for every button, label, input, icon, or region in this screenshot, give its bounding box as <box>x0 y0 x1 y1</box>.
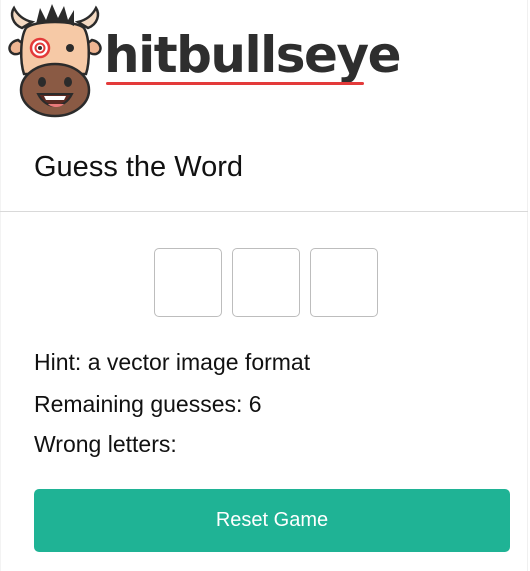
hint-line: Hint: a vector image format <box>34 348 310 376</box>
brand-wordmark: hitbullseye <box>104 26 401 84</box>
brand-underline <box>106 82 364 85</box>
remaining-guesses-count: 6 <box>248 391 262 417</box>
wrong-letters-line: Wrong letters: <box>34 430 177 458</box>
brand-logo[interactable]: hitbullseye <box>8 2 401 120</box>
wrong-letters-label: Wrong letters: <box>34 431 177 457</box>
letter-slot <box>310 248 378 317</box>
page-title: Guess the Word <box>34 151 244 183</box>
remaining-guesses-label: Remaining guesses: <box>34 391 243 417</box>
bull-mascot-icon <box>8 4 102 118</box>
letter-slots <box>154 248 378 317</box>
hint-label: Hint: <box>34 349 82 375</box>
hint-text: a vector image format <box>87 349 311 375</box>
reset-game-button[interactable]: Reset Game <box>34 489 510 552</box>
letter-slot <box>154 248 222 317</box>
remaining-guesses-line: Remaining guesses: 6 <box>34 390 262 418</box>
letter-slot <box>232 248 300 317</box>
header-divider <box>0 211 528 212</box>
